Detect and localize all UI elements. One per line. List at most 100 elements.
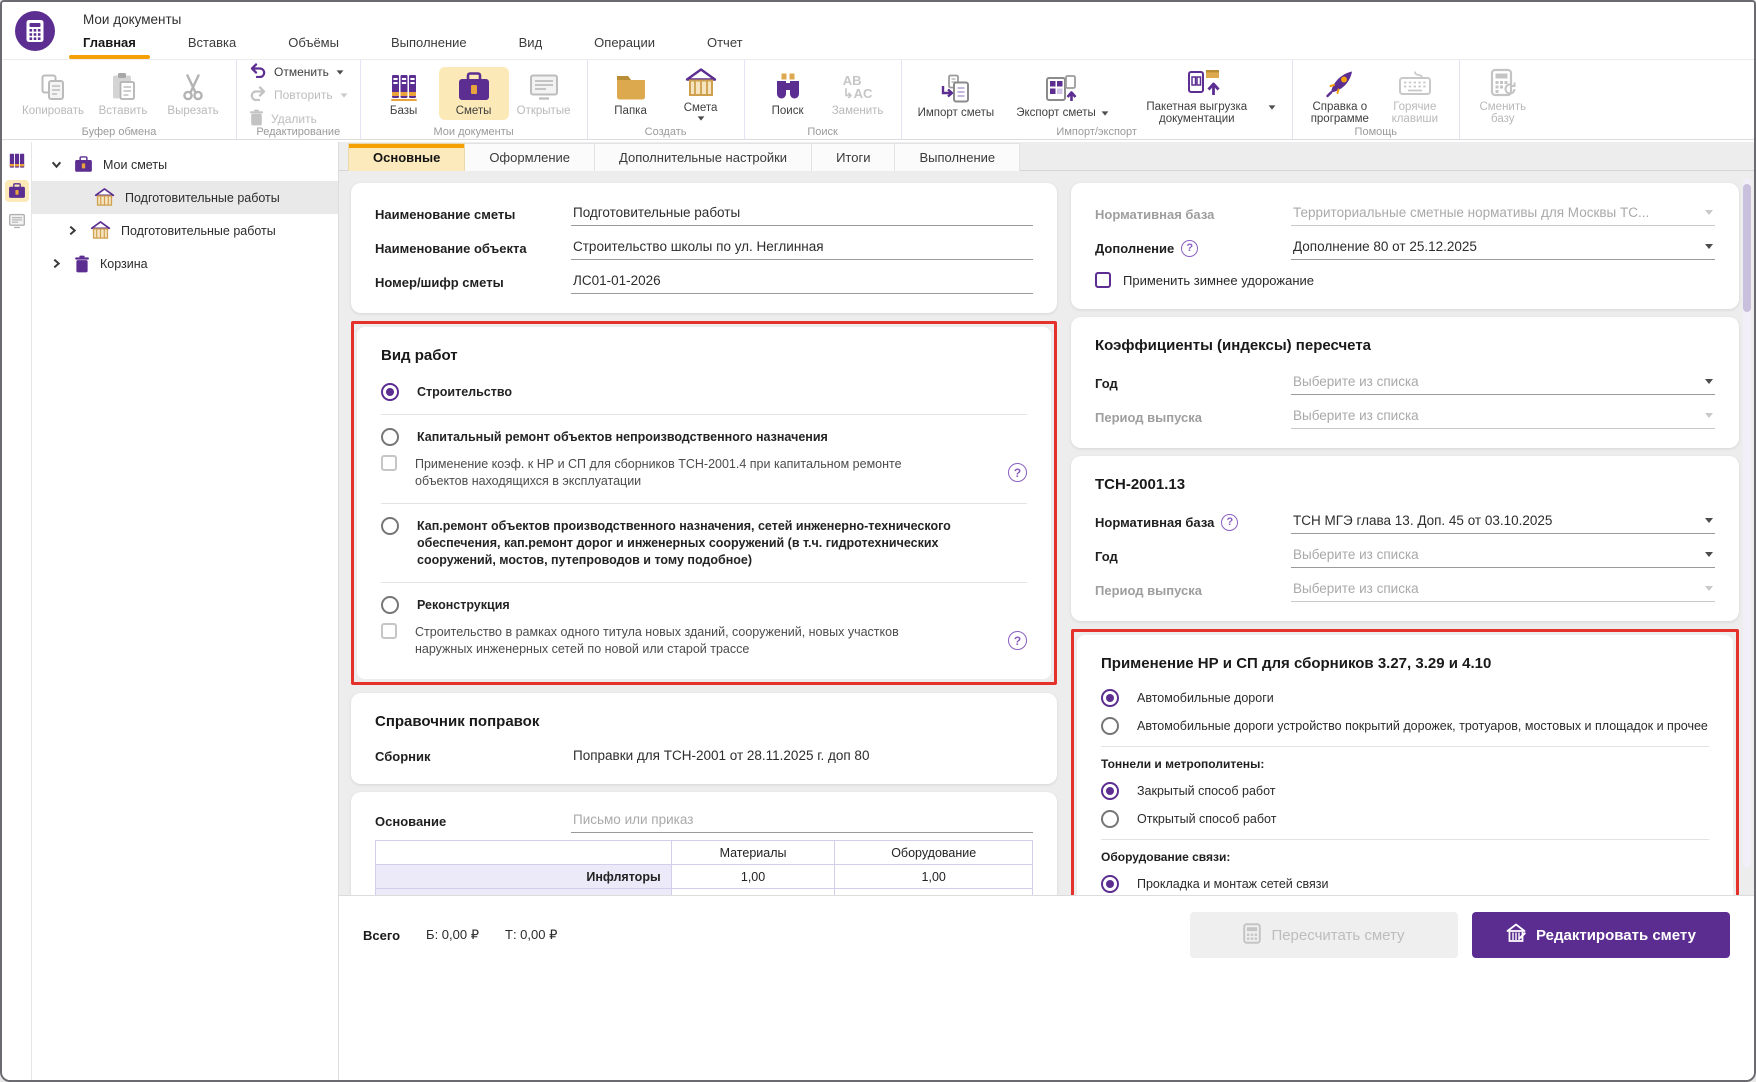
- radio-off-icon[interactable]: [381, 517, 399, 535]
- rail-estimates-button[interactable]: [4, 180, 29, 202]
- radio-off-icon[interactable]: [1101, 810, 1119, 828]
- change-base-button[interactable]: Сменить базу: [1468, 63, 1538, 128]
- recalculate-button[interactable]: Пересчитать смету: [1190, 912, 1458, 958]
- estimate-name-input[interactable]: Подготовительные работы: [571, 202, 1033, 226]
- create-folder-button[interactable]: Папка: [596, 67, 666, 120]
- cut-button[interactable]: Вырезать: [158, 67, 228, 120]
- menu-tab-operations[interactable]: Операции: [594, 35, 655, 59]
- tsn-base-select[interactable]: ТСН МГЭ глава 13. Доп. 45 от 03.10.2025: [1291, 510, 1715, 534]
- radio-on-icon[interactable]: [381, 383, 399, 401]
- menu-tab-volumes[interactable]: Объёмы: [288, 35, 339, 59]
- checkbox-nr-sp-coeff[interactable]: Применение коэф. к НР и СП для сборников…: [381, 453, 1027, 497]
- addition-select[interactable]: Дополнение 80 от 25.12.2025: [1291, 236, 1715, 260]
- radio-on-icon[interactable]: [1101, 689, 1119, 707]
- menu-tab-execution[interactable]: Выполнение: [391, 35, 467, 59]
- radio-closed-method[interactable]: Закрытый способ работ: [1101, 777, 1709, 805]
- normative-base-select[interactable]: Территориальные сметные нормативы для Мо…: [1291, 202, 1715, 226]
- cell-value[interactable]: 1,00: [670, 864, 836, 889]
- about-label: Справка о программе: [1310, 101, 1369, 125]
- radio-reconstruction[interactable]: Реконструкция: [381, 589, 1027, 621]
- bases-button[interactable]: Базы: [369, 67, 439, 120]
- chevron-right-icon[interactable]: [50, 258, 62, 270]
- coeff-period-label: Период выпуска: [1095, 409, 1202, 425]
- cell-value[interactable]: 1,00: [834, 864, 1033, 889]
- tab-additional-settings[interactable]: Дополнительные настройки: [595, 143, 813, 171]
- help-icon[interactable]: ?: [1008, 463, 1027, 482]
- undo-button[interactable]: Отменить: [249, 63, 348, 81]
- radio-capital-repair-nonproduction[interactable]: Капитальный ремонт объектов непроизводст…: [381, 421, 1027, 453]
- delete-label: Удалить: [271, 112, 317, 126]
- help-icon[interactable]: ?: [1221, 513, 1239, 531]
- group-editing: Отменить Повторить Удалить Редактировани…: [236, 60, 360, 139]
- bases-icon: [389, 70, 419, 103]
- tsn-year-select[interactable]: Выберите из списка: [1291, 544, 1715, 568]
- vertical-scrollbar[interactable]: [1743, 178, 1751, 868]
- checkbox-single-title-construction[interactable]: Строительство в рамках одного титула нов…: [381, 621, 1027, 665]
- estimates-button[interactable]: Сметы: [438, 67, 509, 120]
- menu-tab-view[interactable]: Вид: [519, 35, 543, 59]
- group-label-clipboard: Буфер обмена: [81, 126, 157, 138]
- coeff-year-select[interactable]: Выберите из списка: [1291, 371, 1715, 395]
- checkbox-off-icon[interactable]: [1095, 272, 1111, 288]
- radio-off-icon[interactable]: [381, 428, 399, 446]
- batch-export-dropdown-icon[interactable]: [1268, 105, 1276, 110]
- radio-on-icon[interactable]: [1101, 782, 1119, 800]
- checkbox-off-icon[interactable]: [381, 455, 397, 471]
- undo-dropdown-icon[interactable]: [336, 69, 344, 75]
- import-estimate-button[interactable]: Импорт сметы: [910, 69, 1003, 122]
- tree-item-estimate-selected[interactable]: Подготовительные работы: [32, 181, 338, 214]
- object-name-input[interactable]: Строительство школы по ул. Неглинная: [571, 236, 1033, 260]
- scrollbar-thumb[interactable]: [1743, 184, 1751, 312]
- paste-button[interactable]: Вставить: [88, 67, 158, 120]
- radio-auto-roads[interactable]: Автомобильные дороги: [1101, 684, 1709, 712]
- export-estimate-button[interactable]: Экспорт сметы: [1008, 69, 1117, 122]
- tree-item-trash[interactable]: Корзина: [32, 247, 338, 280]
- menu-tab-main[interactable]: Главная: [69, 35, 150, 59]
- tab-execution[interactable]: Выполнение: [895, 143, 1021, 171]
- radio-open-method[interactable]: Открытый способ работ: [1101, 805, 1709, 833]
- tab-formatting[interactable]: Оформление: [465, 143, 596, 171]
- group-help: Справка о программе Горячие клавиши Помо…: [1291, 60, 1459, 139]
- tsn-period-select[interactable]: Выберите из списка: [1291, 578, 1715, 602]
- basis-input[interactable]: Письмо или приказ: [571, 809, 1033, 833]
- radio-comm-networks[interactable]: Прокладка и монтаж сетей связи: [1101, 870, 1709, 895]
- tab-general[interactable]: Основные: [348, 143, 466, 171]
- opened-button[interactable]: Открытые: [509, 67, 579, 120]
- radio-off-icon[interactable]: [381, 596, 399, 614]
- create-estimate-button[interactable]: Смета: [666, 64, 736, 124]
- chevron-down-icon[interactable]: [50, 159, 62, 171]
- change-base-label: Сменить базу: [1479, 101, 1527, 125]
- menu-tab-report[interactable]: Отчет: [707, 35, 743, 59]
- help-icon[interactable]: ?: [1181, 239, 1199, 257]
- edit-estimate-button[interactable]: Редактировать смету: [1472, 912, 1730, 958]
- rail-opened-button[interactable]: [5, 210, 29, 232]
- create-estimate-dropdown-icon[interactable]: [697, 115, 704, 121]
- replace-button[interactable]: AB ↳AC Заменить: [823, 67, 893, 120]
- edit-estimate-label: Редактировать смету: [1536, 926, 1696, 944]
- redo-button[interactable]: Повторить: [249, 86, 348, 104]
- copy-button[interactable]: Копировать: [18, 67, 88, 120]
- about-button[interactable]: Справка о программе: [1301, 63, 1379, 128]
- radio-auto-roads-surfacing[interactable]: Автомобильные дороги устройство покрытий…: [1101, 712, 1709, 740]
- batch-export-button[interactable]: Пакетная выгрузка документации: [1123, 63, 1284, 128]
- menu-tab-insert[interactable]: Вставка: [188, 35, 236, 59]
- redo-dropdown-icon[interactable]: [340, 92, 347, 98]
- tree-item-estimate-2[interactable]: Подготовительные работы: [32, 214, 338, 247]
- export-estimate-dropdown-icon[interactable]: [1101, 110, 1109, 116]
- radio-capital-repair-production[interactable]: Кап.ремонт объектов производственного на…: [381, 510, 1027, 576]
- tab-totals[interactable]: Итоги: [812, 143, 896, 171]
- tree-item-my-estimates[interactable]: Мои сметы: [32, 148, 338, 181]
- checkbox-off-icon[interactable]: [381, 623, 397, 639]
- radio-on-icon[interactable]: [1101, 875, 1119, 893]
- coeff-period-select[interactable]: Выберите из списка: [1291, 405, 1715, 429]
- winter-checkbox-row[interactable]: Применить зимнее удорожание: [1095, 272, 1314, 288]
- search-button[interactable]: Поиск: [753, 67, 823, 120]
- chevron-right-icon[interactable]: [66, 225, 78, 237]
- export-estimate-label: Экспорт сметы: [1016, 107, 1096, 119]
- radio-construction[interactable]: Строительство: [381, 376, 1027, 408]
- rail-bases-button[interactable]: [5, 150, 29, 172]
- hotkeys-button[interactable]: Горячие клавиши: [1379, 63, 1451, 128]
- estimate-code-input[interactable]: ЛС01-01-2026: [571, 270, 1033, 294]
- help-icon[interactable]: ?: [1008, 631, 1027, 650]
- radio-off-icon[interactable]: [1101, 717, 1119, 735]
